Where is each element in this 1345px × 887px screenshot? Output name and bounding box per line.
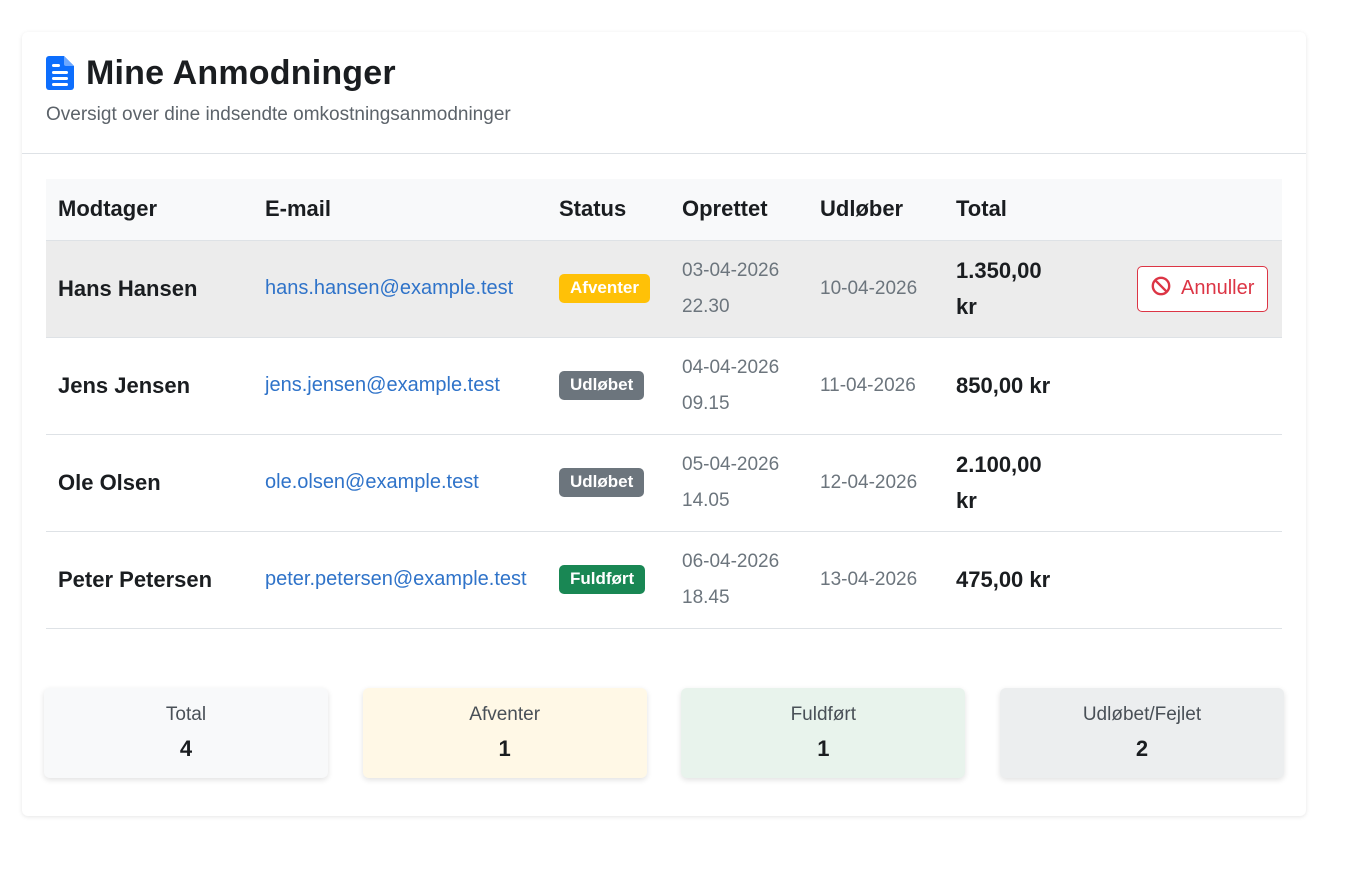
ban-icon	[1151, 276, 1171, 302]
stat-label: Fuldført	[790, 704, 857, 725]
total-amount: 475,00 kr	[956, 566, 1051, 592]
column-header-total: Total	[944, 179, 1081, 241]
recipient-name: Ole Olsen	[46, 434, 253, 532]
recipient-email-link[interactable]: ole.olsen@example.test	[265, 471, 479, 493]
document-icon	[46, 56, 74, 90]
table-row: Ole Olsen ole.olsen@example.test Udløbet…	[46, 434, 1282, 532]
actions-cell	[1081, 531, 1282, 629]
requests-table: Modtager E-mail Status Oprettet Udløber …	[46, 179, 1282, 629]
recipient-name: Jens Jensen	[46, 337, 253, 435]
card-header: Mine Anmodninger Oversigt over dine inds…	[22, 32, 1306, 154]
summary-stats: Total 4 Afventer 1 Fuldført 1 Udløbet/Fe…	[44, 688, 1284, 778]
stat-value: 1	[498, 736, 511, 761]
expires-date: 11-04-2026	[820, 374, 916, 396]
total-amount: 850,00 kr	[956, 372, 1051, 398]
recipient-email-link[interactable]: peter.petersen@example.test	[265, 568, 527, 590]
status-badge: Afventer	[559, 274, 650, 303]
actions-cell	[1081, 337, 1282, 435]
column-header-email: E-mail	[253, 179, 547, 241]
total-currency: kr	[956, 293, 977, 319]
expires-date: 10-04-2026	[820, 277, 918, 299]
status-badge: Udløbet	[559, 371, 645, 400]
created-time: 14.05	[682, 489, 730, 511]
stat-label: Udløbet/Fejlet	[1082, 704, 1202, 725]
cancel-request-button[interactable]: Annuller	[1137, 265, 1269, 312]
table-row: Peter Petersen peter.petersen@example.te…	[46, 531, 1282, 629]
recipient-name: Peter Petersen	[46, 531, 253, 629]
status-badge: Fuldført	[559, 565, 646, 594]
created-time: 09.15	[682, 392, 730, 414]
requests-card: Mine Anmodninger Oversigt over dine inds…	[22, 32, 1306, 816]
total-amount: 1.350,00	[956, 257, 1042, 283]
column-header-created: Oprettet	[670, 179, 808, 241]
stat-value: 2	[1135, 736, 1149, 761]
created-date: 06-04-2026	[682, 550, 780, 572]
recipient-email-link[interactable]: hans.hansen@example.test	[265, 277, 513, 299]
created-time: 18.45	[682, 586, 730, 608]
table-row: Hans Hansen hans.hansen@example.test Afv…	[46, 240, 1282, 338]
stat-card-expired-failed: Udløbet/Fejlet 2	[999, 688, 1284, 778]
status-badge: Udløbet	[559, 468, 645, 497]
column-header-recipient: Modtager	[46, 179, 253, 241]
created-date: 03-04-2026	[682, 259, 780, 281]
stat-card-total: Total 4	[44, 688, 328, 778]
column-header-status: Status	[547, 179, 670, 241]
stat-card-pending: Afventer 1	[362, 688, 647, 778]
table-row: Jens Jensen jens.jensen@example.test Udl…	[46, 337, 1282, 435]
stat-label: Total	[165, 704, 207, 725]
page-title: Mine Anmodninger	[86, 53, 396, 92]
cancel-button-label: Annuller	[1181, 277, 1255, 299]
total-currency: kr	[956, 487, 977, 513]
stat-card-completed: Fuldført 1	[681, 688, 966, 778]
title-row: Mine Anmodninger	[46, 52, 1282, 94]
table-header-row: Modtager E-mail Status Oprettet Udløber …	[46, 179, 1282, 241]
requests-table-wrapper: Modtager E-mail Status Oprettet Udløber …	[46, 179, 1282, 629]
stat-value: 1	[817, 736, 830, 761]
column-header-actions	[1081, 179, 1282, 241]
created-time: 22.30	[682, 295, 730, 317]
created-date: 04-04-2026	[682, 356, 780, 378]
stat-value: 4	[179, 736, 193, 761]
actions-cell	[1081, 434, 1282, 532]
recipient-name: Hans Hansen	[46, 240, 253, 338]
page-subtitle: Oversigt over dine indsendte omkostnings…	[46, 104, 511, 125]
created-date: 05-04-2026	[682, 453, 780, 475]
expires-date: 13-04-2026	[820, 568, 918, 590]
stat-label: Afventer	[469, 704, 541, 725]
expires-date: 12-04-2026	[820, 471, 918, 493]
recipient-email-link[interactable]: jens.jensen@example.test	[265, 374, 500, 396]
total-amount: 2.100,00	[956, 451, 1042, 477]
column-header-expires: Udløber	[808, 179, 944, 241]
